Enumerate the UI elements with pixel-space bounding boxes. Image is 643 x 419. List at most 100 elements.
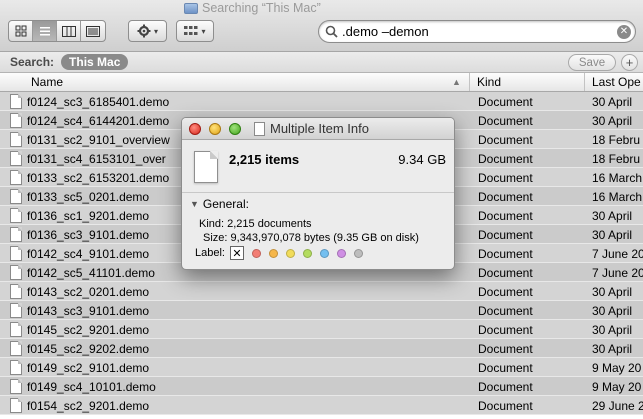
multiple-item-info-panel: Multiple Item Info 2,215 items 9.34 GB ▼…	[181, 117, 455, 270]
label-color-swatch[interactable]	[302, 248, 312, 258]
label-label: Label:	[195, 247, 225, 259]
file-name: f0145_sc2_9201.demo	[27, 322, 150, 337]
label-color-swatch[interactable]	[353, 248, 363, 258]
file-name: f0149_sc2_9101.demo	[27, 360, 150, 375]
total-size: 9.34 GB	[398, 152, 446, 167]
table-row[interactable]: f0145_sc2_9202.demo Document 30 April	[0, 339, 643, 358]
last-opened-cell: 30 April	[592, 341, 633, 356]
arrange-menu-button[interactable]: ▾	[176, 20, 214, 42]
info-summary: 2,215 items 9.34 GB	[182, 141, 454, 193]
last-opened-cell: 30 April	[592, 113, 633, 128]
file-name: f0136_sc3_9101.demo	[27, 227, 150, 242]
file-name: f0142_sc4_9101.demo	[27, 246, 150, 261]
search-scope-bar: Search: This Mac Save +	[0, 52, 643, 73]
gear-icon	[137, 24, 151, 38]
column-header: Name ▲ Kind Last Ope	[0, 73, 643, 92]
kind-cell: Document	[478, 284, 533, 299]
last-opened-cell: 29 June 2	[592, 398, 643, 413]
icon-view-button[interactable]	[9, 21, 33, 41]
info-title-bar[interactable]: Multiple Item Info	[182, 118, 454, 140]
kind-cell: Document	[478, 246, 533, 261]
document-icon	[10, 322, 22, 337]
file-name: f0124_sc4_6144201.demo	[27, 113, 170, 128]
label-color-swatch[interactable]	[336, 248, 346, 258]
label-color-swatch[interactable]	[251, 248, 261, 258]
file-name: f0149_sc4_10101.demo	[27, 379, 156, 394]
file-name-cell: f0154_sc2_9201.demo	[10, 396, 470, 415]
last-opened-cell: 30 April	[592, 284, 633, 299]
last-opened-cell: 9 May 20	[592, 379, 642, 394]
folder-icon	[184, 2, 198, 14]
minimize-icon[interactable]	[209, 123, 221, 135]
last-opened-cell: 18 Febru	[592, 132, 641, 147]
kind-cell: Document	[478, 303, 533, 318]
window-title-text: Searching “This Mac”	[202, 1, 321, 15]
kind-cell: Document	[478, 360, 533, 375]
size-line: Size: 9,343,970,078 bytes (9.35 GB on di…	[203, 232, 419, 244]
table-row[interactable]: f0154_sc2_9201.demo Document 29 June 2	[0, 396, 643, 415]
document-icon	[10, 398, 22, 413]
label-color-swatch[interactable]	[319, 248, 329, 258]
table-row[interactable]: f0143_sc3_9101.demo Document 30 April	[0, 301, 643, 320]
coverflow-view-button[interactable]	[81, 21, 105, 41]
file-name-cell: f0149_sc4_10101.demo	[10, 377, 470, 396]
column-view-button[interactable]	[57, 21, 81, 41]
action-menu-button[interactable]: ▾	[128, 20, 167, 42]
kind-cell: Document	[478, 94, 533, 109]
document-icon	[10, 170, 22, 185]
general-label: General:	[202, 197, 249, 211]
last-opened-cell: 30 April	[592, 94, 633, 109]
file-name: f0145_sc2_9202.demo	[27, 341, 150, 356]
column-header-kind[interactable]: Kind	[471, 73, 585, 91]
coverflow-icon	[86, 25, 100, 37]
kind-cell: Document	[478, 398, 533, 413]
list-view-button[interactable]	[33, 21, 57, 41]
column-header-last-opened[interactable]: Last Ope	[586, 73, 643, 91]
kind-cell: Document	[478, 379, 533, 394]
chevron-down-icon: ▾	[153, 26, 158, 36]
columns-icon	[61, 25, 76, 37]
last-opened-cell: 9 May 20	[592, 360, 642, 375]
search-field[interactable]: ✕	[318, 20, 636, 43]
disclosure-triangle-icon: ▼	[190, 199, 199, 209]
column-header-name[interactable]: Name	[0, 73, 470, 91]
file-name-cell: f0149_sc2_9101.demo	[10, 358, 470, 377]
kind-cell: Document	[478, 341, 533, 356]
file-name: f0143_sc2_0201.demo	[27, 284, 150, 299]
table-row[interactable]: f0143_sc2_0201.demo Document 30 April	[0, 282, 643, 301]
list-icon	[39, 26, 50, 35]
document-icon	[10, 189, 22, 204]
last-opened-cell: 7 June 20	[592, 265, 643, 280]
file-name-cell: f0143_sc2_0201.demo	[10, 282, 470, 301]
table-row[interactable]: f0149_sc4_10101.demo Document 9 May 20	[0, 377, 643, 396]
add-criteria-button[interactable]: +	[621, 54, 638, 71]
label-color-swatch[interactable]	[285, 248, 295, 258]
kind-cell: Document	[478, 227, 533, 242]
file-name-cell: f0124_sc3_6185401.demo	[10, 92, 470, 111]
document-icon	[10, 246, 22, 261]
zoom-icon[interactable]	[229, 123, 241, 135]
file-name: f0154_sc2_9201.demo	[27, 398, 150, 413]
toolbar: Searching “This Mac” ▾ ▾ .demo –demon ✕	[0, 0, 643, 52]
document-icon	[10, 341, 22, 356]
label-color-swatch[interactable]	[268, 248, 278, 258]
search-input[interactable]	[342, 24, 617, 39]
table-row[interactable]: f0145_sc2_9201.demo Document 30 April	[0, 320, 643, 339]
save-search-button[interactable]: Save	[568, 54, 616, 71]
clear-search-icon[interactable]: ✕	[617, 24, 631, 39]
last-opened-cell: 30 April	[592, 303, 633, 318]
kind-cell: Document	[478, 170, 533, 185]
table-row[interactable]: f0124_sc3_6185401.demo Document 30 April	[0, 92, 643, 111]
document-icon	[10, 303, 22, 318]
close-icon[interactable]	[189, 123, 201, 135]
document-icon	[10, 227, 22, 242]
file-name: f0133_sc5_0201.demo	[27, 189, 150, 204]
scope-this-mac-button[interactable]: This Mac	[61, 54, 129, 70]
sort-ascending-icon: ▲	[452, 77, 461, 87]
general-section-toggle[interactable]: ▼ General:	[190, 197, 249, 211]
document-icon	[10, 208, 22, 223]
no-label-button[interactable]: ✕	[229, 246, 244, 260]
window-title: Searching “This Mac”	[184, 0, 321, 16]
table-row[interactable]: f0149_sc2_9101.demo Document 9 May 20	[0, 358, 643, 377]
kind-cell: Document	[478, 132, 533, 147]
